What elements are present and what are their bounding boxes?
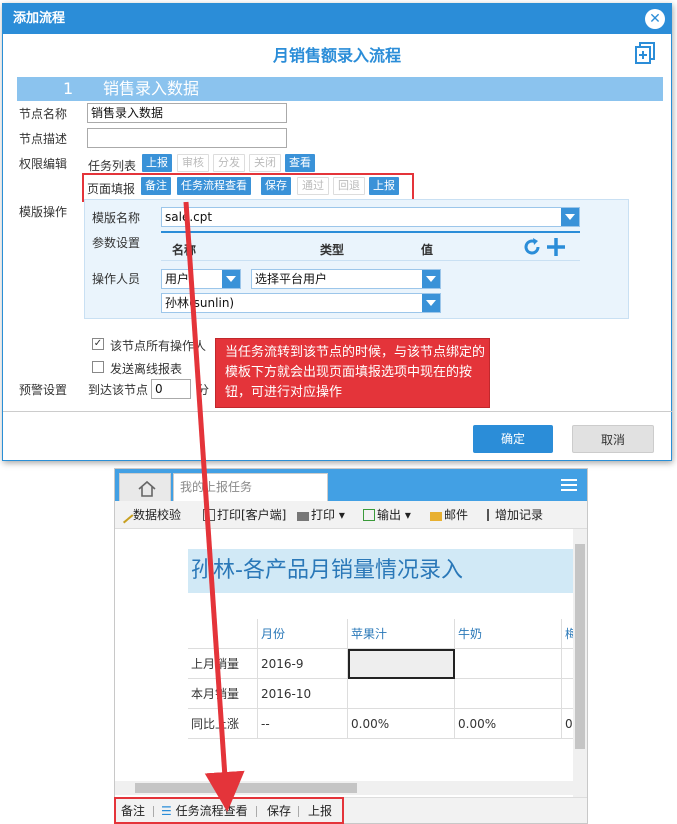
annotation-arrow <box>183 201 245 812</box>
annotation-callout: 当任务流转到该节点的时候，与该节点绑定的模板下方就会出现页面填报选项中现在的按钮… <box>215 338 490 408</box>
